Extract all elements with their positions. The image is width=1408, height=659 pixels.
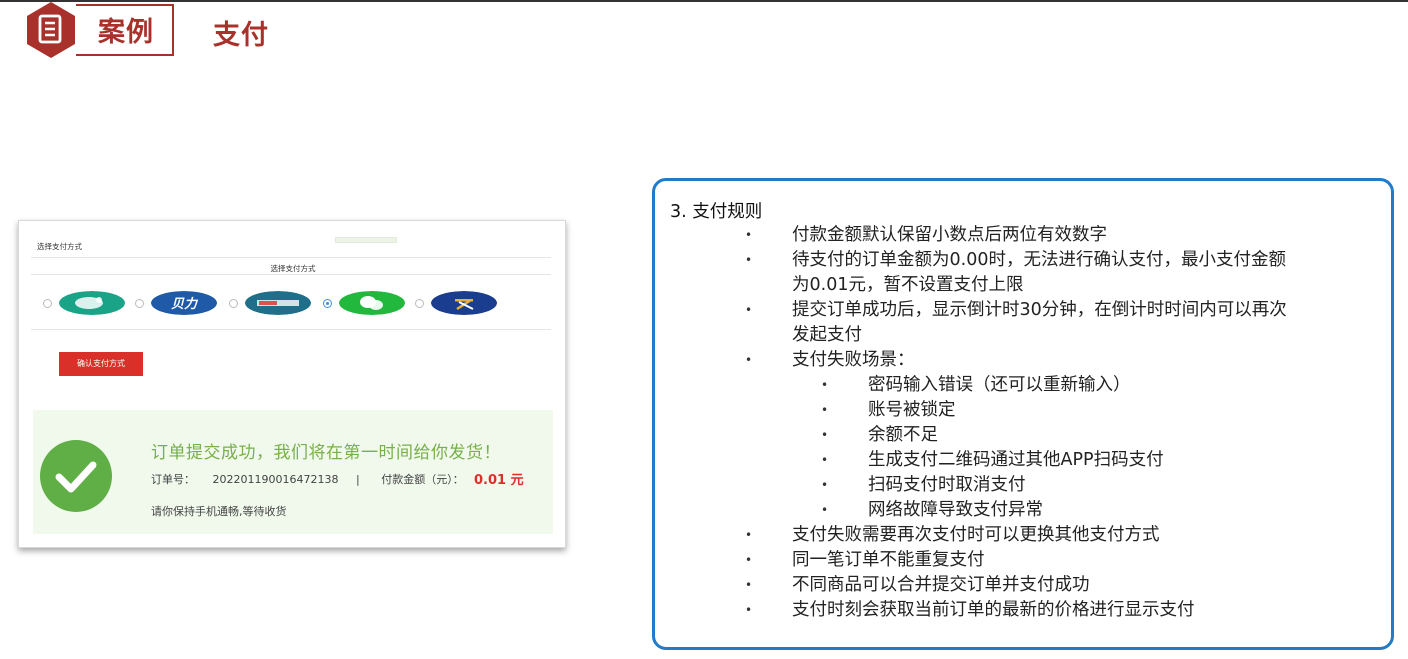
payment-logo-green-icon[interactable] (59, 291, 125, 315)
rule-text: 提交订单成功后，显示倒计时30分钟，在倒计时时间内可以再次 (792, 300, 1287, 320)
success-note: 请你保持手机通畅,等待收货 (151, 505, 287, 518)
payment-screenshot: 选择支付方式 选择支付方式 贝力 确认支付方式 订单提交成功，我们将在第一时间给… (18, 220, 566, 548)
bullet: • (745, 228, 753, 242)
bullet: • (821, 378, 829, 392)
rule-text: 支付时刻会获取当前订单的最新的价格进行显示支付 (792, 600, 1195, 620)
payment-logo-bank-icon[interactable] (245, 291, 311, 315)
rule-text: 网络故障导致支付异常 (868, 500, 1043, 520)
rule-text: 生成支付二维码通过其他APP扫码支付 (868, 450, 1164, 470)
payment-radio-selected[interactable] (323, 299, 332, 308)
bullet: • (821, 478, 829, 492)
payment-rules-panel: 3. 支付规则 • 付款金额默认保留小数点后两位有效数字 • 待支付的订单金额为0.0… (652, 178, 1394, 650)
payment-logo-alipay-icon[interactable] (431, 291, 497, 315)
bullet: • (745, 553, 753, 567)
page-title: 支付 (213, 20, 269, 51)
bullet: • (821, 453, 829, 467)
success-title: 订单提交成功，我们将在第一时间给你发货！ (151, 443, 501, 463)
rule-text: 支付失败场景： (792, 350, 915, 370)
separator: | (355, 473, 360, 486)
bullet: • (745, 303, 753, 317)
bullet: • (821, 403, 829, 417)
bullet: • (745, 578, 753, 592)
bullet: • (745, 253, 753, 267)
rule-text: 扫码支付时取消支付 (868, 475, 1026, 495)
bullet: • (745, 528, 753, 542)
svg-text:贝力: 贝力 (171, 296, 199, 312)
bullet: • (821, 428, 829, 442)
divider (31, 257, 551, 258)
notice-bar (335, 237, 397, 243)
check-circle-icon (40, 440, 112, 512)
divider (31, 274, 551, 275)
document-icon (27, 2, 75, 58)
order-label: 订单号： (151, 473, 195, 486)
bullet: • (745, 603, 753, 617)
rule-text: 待支付的订单金额为0.00时，无法进行确认支付，最小支付金额 (792, 250, 1286, 270)
rule-text: 密码输入错误（还可以重新输入） (868, 375, 1131, 395)
bullet: • (821, 503, 829, 517)
payment-radio[interactable] (43, 299, 52, 308)
rules-title: 3. 支付规则 (670, 202, 763, 222)
payment-method-list: 贝力 (43, 291, 543, 317)
rule-text: 为0.01元，暂不设置支付上限 (792, 275, 1024, 295)
payment-logo-wechat-icon[interactable] (339, 291, 405, 315)
payment-heading: 选择支付方式 (37, 242, 82, 251)
rule-text: 不同商品可以合并提交订单并支付成功 (792, 575, 1090, 595)
payment-subheading: 选择支付方式 (270, 264, 316, 273)
rule-text: 支付失败需要再次支付时可以更换其他支付方式 (792, 525, 1160, 545)
payment-radio[interactable] (135, 299, 144, 308)
payment-radio[interactable] (415, 299, 424, 308)
rule-text: 账号被锁定 (868, 400, 956, 420)
payment-radio[interactable] (229, 299, 238, 308)
order-number: 202201190016472138 (212, 473, 339, 486)
amount-label: 付款金额（元）： (381, 473, 464, 486)
rule-text: 付款金额默认保留小数点后两位有效数字 (792, 225, 1107, 245)
order-info: 订单号： 202201190016472138 | 付款金额（元）： (151, 471, 464, 487)
confirm-payment-button[interactable]: 确认支付方式 (59, 352, 143, 376)
top-rule (0, 0, 1408, 2)
amount-value: 0.01 元 (474, 473, 524, 488)
bullet: • (745, 353, 753, 367)
rule-text: 余额不足 (868, 425, 938, 445)
payment-logo-beili-icon[interactable]: 贝力 (151, 291, 217, 315)
divider (31, 329, 551, 330)
header-badge: 案例 (98, 17, 154, 48)
rule-text: 发起支付 (792, 325, 862, 345)
order-success-panel: 订单提交成功，我们将在第一时间给你发货！ 订单号： 20220119001647… (33, 410, 553, 534)
rule-text: 同一笔订单不能重复支付 (792, 550, 985, 570)
